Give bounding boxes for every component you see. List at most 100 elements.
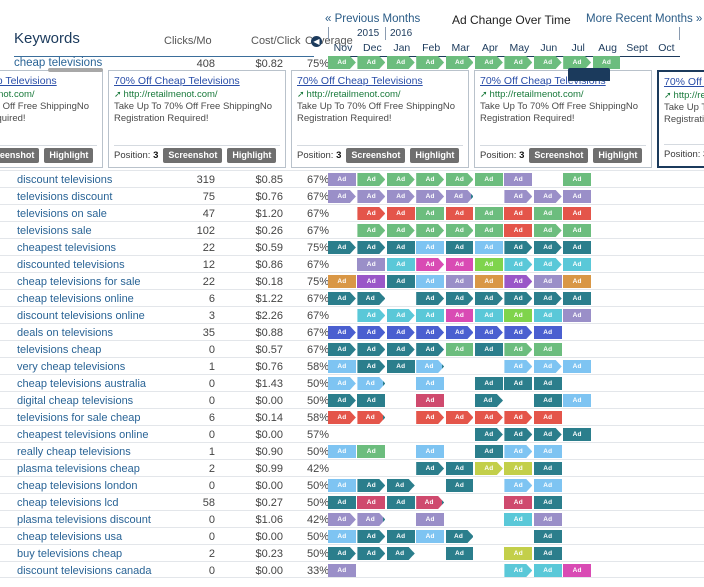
ad-chip[interactable]: Ad bbox=[386, 360, 415, 373]
ad-chip[interactable]: Ad bbox=[445, 275, 474, 288]
keyword-link[interactable]: plasma televisions discount bbox=[17, 514, 151, 526]
ad-chip[interactable]: Ad bbox=[504, 479, 532, 492]
ad-timeline[interactable]: Ad Ad Ad Ad Ad Ad Ad Ad Ad bbox=[328, 275, 680, 290]
table-row[interactable]: discounted televisions 12 $0.86 67% Ad Ad Ad Ad… bbox=[0, 255, 704, 272]
ad-timeline[interactable]: Ad Ad Ad Ad Ad Ad Ad bbox=[328, 411, 680, 426]
ad-chip[interactable]: Ad bbox=[446, 326, 474, 339]
table-row[interactable]: discount televisions canada 0 $0.00 33% Ad Ad… bbox=[0, 561, 704, 578]
ad-chip[interactable]: Ad bbox=[445, 343, 474, 356]
ad-chip[interactable]: Ad bbox=[533, 462, 562, 475]
ad-chip[interactable]: Ad bbox=[533, 530, 562, 543]
ad-chip[interactable]: Ad bbox=[475, 173, 503, 186]
keyword-link[interactable]: cheapest televisions online bbox=[17, 429, 148, 441]
table-row[interactable]: cheap televisions online 6 $1.22 67% Ad Ad Ad A… bbox=[0, 289, 704, 306]
keyword-link[interactable]: televisions sale bbox=[17, 225, 92, 237]
table-row[interactable]: plasma televisions cheap 2 $0.99 42% Ad Ad Ad A… bbox=[0, 459, 704, 476]
ad-chip[interactable]: Ad bbox=[475, 428, 503, 441]
ad-chip[interactable]: Ad bbox=[386, 530, 415, 543]
ad-chip[interactable]: Ad bbox=[328, 377, 356, 390]
table-row[interactable]: televisions for sale cheap 6 $0.14 58% Ad Ad A… bbox=[0, 408, 704, 425]
ad-chip[interactable]: Ad bbox=[357, 173, 385, 186]
ad-chip[interactable]: Ad bbox=[563, 241, 592, 254]
ad-preview-panel[interactable]: 70% Off Cheap Televisions➚http://retailm… bbox=[657, 70, 704, 168]
ad-timeline[interactable]: Ad Ad Ad Ad Ad Ad Ad Ad bbox=[328, 190, 680, 205]
ad-chip[interactable]: Ad bbox=[416, 173, 444, 186]
ad-chip[interactable]: Ad bbox=[387, 547, 415, 560]
ad-chip[interactable]: Ad bbox=[475, 394, 503, 407]
ad-chip[interactable]: Ad bbox=[328, 190, 356, 203]
ad-chip[interactable]: Ad bbox=[475, 207, 503, 220]
ad-chip[interactable]: Ad bbox=[504, 258, 532, 271]
ad-chip[interactable]: Ad bbox=[563, 309, 592, 322]
ad-timeline[interactable]: Ad Ad Ad Ad bbox=[328, 428, 680, 443]
keyword-link[interactable]: discount televisions bbox=[17, 174, 112, 186]
table-row[interactable]: cheapest televisions online 0 $0.00 57% Ad Ad… bbox=[0, 425, 704, 442]
ad-chip[interactable]: Ad bbox=[475, 462, 503, 475]
ad-chip[interactable]: Ad bbox=[504, 224, 533, 237]
table-row[interactable]: cheap televisions australia 0 $1.43 50% Ad Ad… bbox=[0, 374, 704, 391]
column-header-keywords[interactable]: Keywords bbox=[14, 30, 80, 47]
keyword-link[interactable]: digital cheap televisions bbox=[17, 395, 133, 407]
ad-chip[interactable]: Ad bbox=[416, 326, 444, 339]
keyword-link[interactable]: cheap televisions lcd bbox=[17, 497, 119, 509]
ad-chip[interactable]: Ad bbox=[504, 496, 533, 509]
ad-chip[interactable]: Ad bbox=[357, 275, 386, 288]
ad-chip[interactable]: Ad bbox=[357, 56, 385, 69]
ad-chip[interactable]: Ad bbox=[357, 530, 385, 543]
ad-chip[interactable]: Ad bbox=[475, 258, 503, 271]
ad-chip[interactable]: Ad bbox=[504, 190, 532, 203]
ad-chip[interactable]: Ad bbox=[387, 343, 415, 356]
ad-chip[interactable]: Ad bbox=[504, 377, 533, 390]
ad-headline-link[interactable]: 70% Off Cheap Televisions bbox=[0, 75, 97, 88]
ad-chip[interactable]: Ad bbox=[386, 207, 415, 220]
ad-chip[interactable]: Ad bbox=[446, 530, 474, 543]
ad-chip[interactable]: Ad bbox=[563, 207, 592, 220]
ad-chip[interactable]: Ad bbox=[533, 564, 562, 577]
ad-chip[interactable]: Ad bbox=[357, 292, 385, 305]
ad-chip[interactable]: Ad bbox=[475, 411, 503, 424]
screenshot-button[interactable]: Screenshot bbox=[163, 148, 223, 163]
ad-chip[interactable]: Ad bbox=[533, 445, 562, 458]
keyword-link[interactable]: deals on televisions bbox=[17, 327, 113, 339]
ad-chip[interactable]: Ad bbox=[328, 343, 356, 356]
ad-chip[interactable]: Ad bbox=[563, 258, 592, 271]
ad-preview-panel[interactable]: 70% Off Cheap Televisions➚http://retailm… bbox=[108, 70, 286, 168]
ad-chip[interactable]: Ad bbox=[504, 360, 532, 373]
ad-chip[interactable]: Ad bbox=[534, 56, 562, 69]
ad-chip[interactable]: Ad bbox=[328, 241, 356, 254]
ad-timeline[interactable]: Ad Ad Ad Ad Ad Ad bbox=[328, 479, 680, 494]
ad-chip[interactable]: Ad bbox=[416, 56, 444, 69]
ad-chip[interactable]: Ad bbox=[328, 445, 356, 458]
keyword-link[interactable]: discount televisions canada bbox=[17, 565, 152, 577]
keyword-link[interactable]: televisions cheap bbox=[17, 344, 101, 356]
ad-chip[interactable]: Ad bbox=[534, 428, 562, 441]
highlight-button[interactable]: Highlight bbox=[593, 148, 643, 163]
table-row[interactable]: really cheap televisions 1 $0.90 50% Ad Ad Ad A… bbox=[0, 442, 704, 459]
keyword-link[interactable]: very cheap televisions bbox=[17, 361, 125, 373]
ad-chip[interactable]: Ad bbox=[386, 241, 415, 254]
ad-chip[interactable]: Ad bbox=[416, 224, 444, 237]
ad-timeline[interactable]: Ad Ad Ad Ad Ad bbox=[328, 513, 680, 528]
ad-chip[interactable]: Ad bbox=[534, 258, 562, 271]
ad-chip[interactable]: Ad bbox=[357, 190, 385, 203]
ad-chip[interactable]: Ad bbox=[328, 173, 356, 186]
ad-chip[interactable]: Ad bbox=[533, 479, 562, 492]
ad-chip[interactable]: Ad bbox=[416, 394, 445, 407]
ad-chip[interactable]: Ad bbox=[504, 275, 532, 288]
ad-chip[interactable]: Ad bbox=[387, 326, 415, 339]
ad-chip[interactable]: Ad bbox=[563, 394, 592, 407]
table-row[interactable]: deals on televisions 35 $0.88 67% Ad Ad Ad Ad Ad… bbox=[0, 323, 704, 340]
ad-chip[interactable]: Ad bbox=[533, 496, 562, 509]
ad-chip[interactable]: Ad bbox=[504, 173, 533, 186]
ad-chip[interactable]: Ad bbox=[328, 275, 356, 288]
ad-chip[interactable]: Ad bbox=[357, 309, 385, 322]
ad-chip[interactable]: Ad bbox=[504, 309, 533, 322]
ad-chip[interactable]: Ad bbox=[533, 377, 562, 390]
ad-chip[interactable]: Ad bbox=[387, 224, 415, 237]
ad-chip[interactable]: Ad bbox=[534, 360, 562, 373]
ad-chip[interactable]: Ad bbox=[445, 462, 474, 475]
ad-chip[interactable]: Ad bbox=[328, 530, 356, 543]
ad-chip[interactable]: Ad bbox=[387, 56, 415, 69]
ad-chip[interactable]: Ad bbox=[416, 343, 444, 356]
screenshot-button[interactable]: Screenshot bbox=[346, 148, 406, 163]
